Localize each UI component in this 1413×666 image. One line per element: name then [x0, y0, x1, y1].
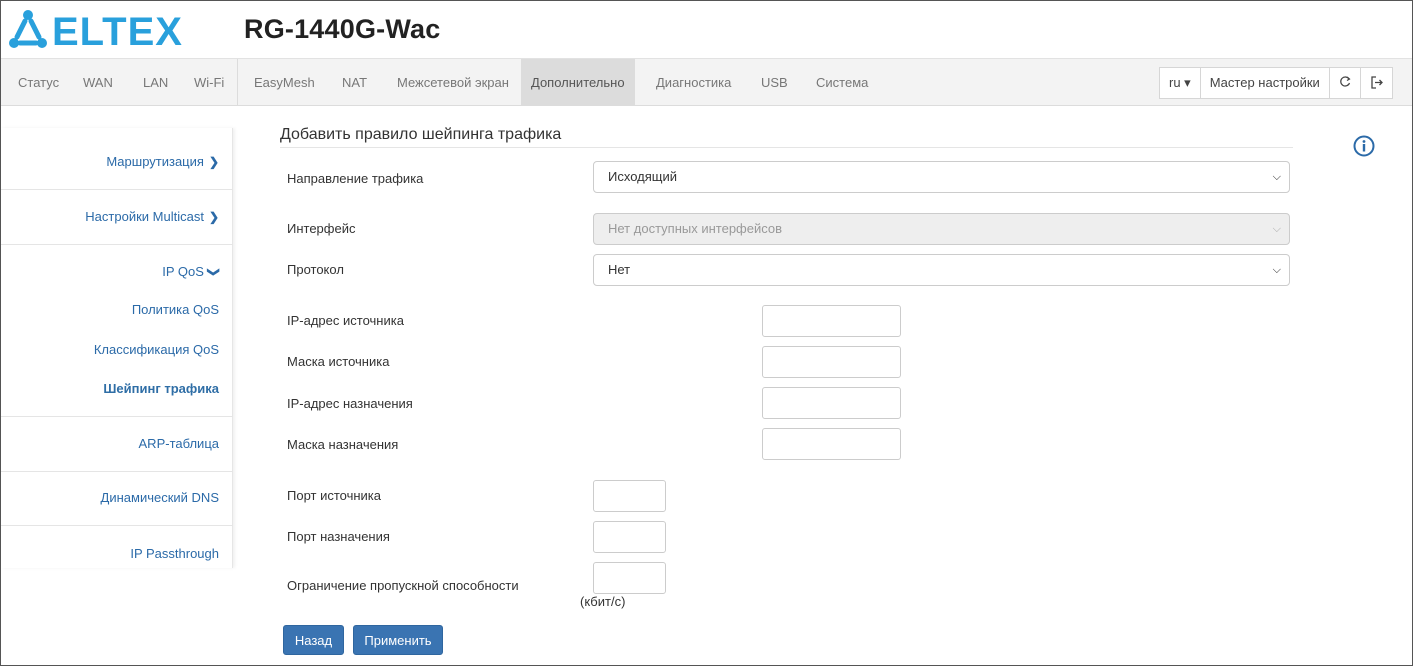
protocol-label: Протокол [287, 262, 344, 277]
sidebar: Маршрутизация ❯ Настройки Multicast ❯ IP Q… [1, 128, 233, 568]
refresh-button[interactable] [1330, 68, 1361, 98]
chevron-down-icon: ⌵ [1272, 223, 1281, 235]
svg-text:ELTEX: ELTEX [52, 10, 183, 49]
sidebar-item-label: IP QoS [162, 264, 204, 279]
nav-wifi[interactable]: Wi-Fi [194, 59, 224, 106]
sidebar-item-traffic-shaping[interactable]: Шейпинг трафика [103, 381, 219, 396]
direction-select[interactable]: Исходящий ⌵ [593, 161, 1290, 193]
info-icon[interactable] [1353, 135, 1375, 157]
interface-label: Интерфейс [287, 221, 356, 236]
chevron-down-icon: ⌵ [1272, 171, 1281, 183]
dst-ip-input[interactable] [762, 387, 901, 419]
sidebar-item-ipqos[interactable]: IP QoS ❯ [162, 264, 221, 279]
nav-nat[interactable]: NAT [342, 59, 367, 106]
logout-button[interactable] [1361, 68, 1392, 98]
device-model: RG-1440G-Wac [244, 14, 441, 44]
nav-divider [237, 59, 238, 106]
sidebar-divider [1, 525, 233, 526]
title-divider [280, 147, 1293, 148]
sidebar-item-arp-table[interactable]: ARP-таблица [139, 436, 219, 451]
nav-usb[interactable]: USB [761, 59, 788, 106]
nav-system[interactable]: Система [816, 59, 868, 106]
back-button[interactable]: Назад [283, 625, 344, 655]
sidebar-divider [1, 189, 233, 190]
sidebar-item-multicast[interactable]: Настройки Multicast ❯ [85, 209, 219, 224]
sidebar-item-label: Настройки Multicast [85, 209, 204, 224]
logout-icon [1371, 76, 1383, 89]
dst-mask-label: Маска назначения [287, 437, 399, 452]
sidebar-item-ip-passthrough[interactable]: IP Passthrough [130, 546, 219, 561]
src-port-label: Порт источника [287, 488, 382, 503]
nav-easymesh[interactable]: EasyMesh [254, 59, 315, 106]
dst-port-input[interactable] [593, 521, 666, 553]
src-ip-label: IP-адрес источника [287, 313, 404, 328]
sidebar-divider [1, 244, 233, 245]
protocol-value: Нет [608, 262, 631, 277]
sidebar-item-qos-classification[interactable]: Классификация QoS [94, 342, 219, 357]
src-mask-input[interactable] [762, 346, 901, 378]
sidebar-divider [1, 416, 233, 417]
chevron-right-icon: ❯ [208, 155, 219, 169]
chevron-right-icon: ❯ [208, 210, 219, 224]
interface-select: Нет доступных интерфейсов ⌵ [593, 213, 1290, 245]
direction-label: Направление трафика [287, 171, 424, 186]
bandwidth-input[interactable] [593, 562, 666, 594]
chevron-down-icon: ❯ [206, 266, 221, 278]
interface-value: Нет доступных интерфейсов [608, 221, 783, 236]
sidebar-item-ddns[interactable]: Динамический DNS [101, 490, 219, 505]
header: ELTEX RG-1440G-Wac [0, 0, 1413, 58]
top-navbar: Статус WAN LAN Wi-Fi EasyMesh NAT Межсет… [1, 58, 1412, 106]
dst-mask-input[interactable] [762, 428, 901, 460]
protocol-select[interactable]: Нет ⌵ [593, 254, 1290, 286]
nav-firewall[interactable]: Межсетевой экран [397, 59, 509, 106]
nav-wan[interactable]: WAN [83, 59, 113, 106]
src-mask-label: Маска источника [287, 354, 390, 369]
dst-ip-label: IP-адрес назначения [287, 396, 413, 411]
nav-actions: ru ▾ Мастер настройки [1159, 67, 1393, 99]
refresh-icon [1340, 76, 1351, 87]
bandwidth-unit: (кбит/с) [580, 594, 626, 609]
src-port-input[interactable] [593, 480, 666, 512]
chevron-down-icon: ⌵ [1272, 264, 1281, 276]
language-dropdown[interactable]: ru ▾ [1160, 68, 1201, 98]
nav-diagnostics[interactable]: Диагностика [656, 59, 731, 106]
bandwidth-label: Ограничение пропускной способности [287, 578, 519, 593]
sidebar-item-label: Маршрутизация [106, 154, 204, 169]
setup-wizard-button[interactable]: Мастер настройки [1201, 68, 1330, 98]
apply-button[interactable]: Применить [353, 625, 443, 655]
sidebar-divider [1, 471, 233, 472]
nav-lan[interactable]: LAN [143, 59, 168, 106]
nav-status[interactable]: Статус [18, 59, 59, 106]
page-title: Добавить правило шейпинга трафика [280, 126, 562, 143]
nav-advanced[interactable]: Дополнительно [521, 59, 635, 106]
dst-port-label: Порт назначения [287, 529, 390, 544]
sidebar-item-routing[interactable]: Маршрутизация ❯ [106, 154, 219, 169]
sidebar-item-qos-policy[interactable]: Политика QoS [132, 302, 219, 317]
src-ip-input[interactable] [762, 305, 901, 337]
eltex-logo: ELTEX [9, 10, 183, 49]
direction-value: Исходящий [608, 169, 677, 184]
